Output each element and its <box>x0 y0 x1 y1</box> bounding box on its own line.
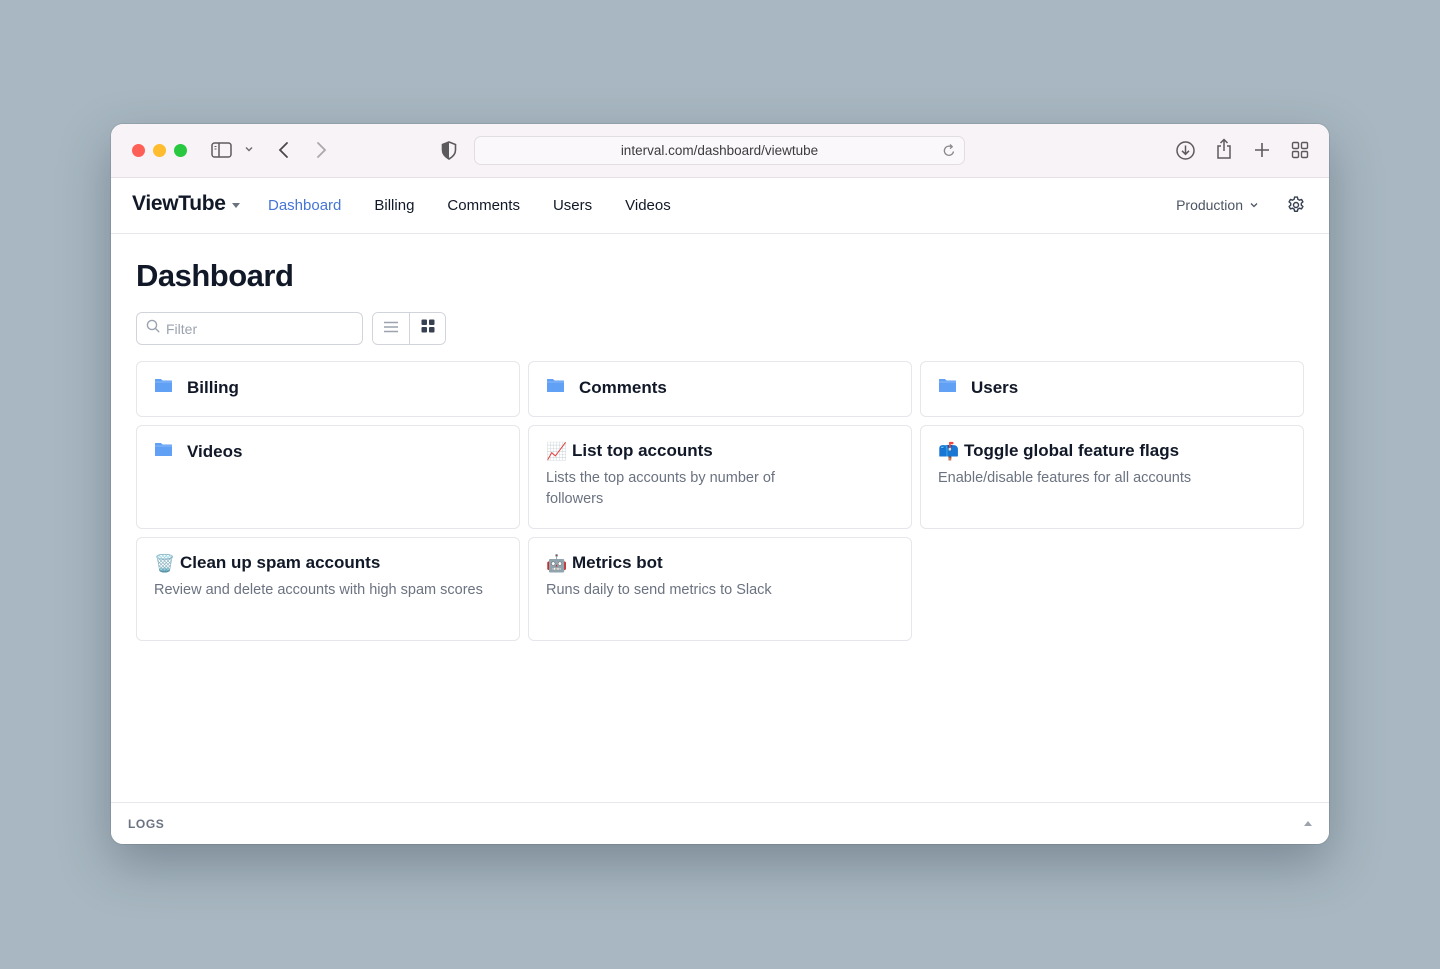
view-mode-toggle <box>372 312 446 345</box>
chart-increasing-icon: 📈 <box>546 441 568 461</box>
address-bar[interactable]: interval.com/dashboard/viewtube <box>474 136 965 165</box>
nav-link-billing[interactable]: Billing <box>374 197 414 214</box>
folder-icon <box>154 442 173 462</box>
minimize-window-button[interactable] <box>153 144 166 157</box>
page-title: Dashboard <box>136 258 294 293</box>
shield-icon[interactable] <box>441 141 457 160</box>
close-window-button[interactable] <box>132 144 145 157</box>
new-tab-icon[interactable] <box>1253 141 1271 159</box>
browser-window: interval.com/dashboard/viewtube ViewTube… <box>111 124 1329 844</box>
environment-dropdown[interactable]: Production <box>1176 197 1259 213</box>
nav-link-videos[interactable]: Videos <box>625 197 671 214</box>
settings-gear-icon[interactable] <box>1286 195 1306 220</box>
folder-card-comments[interactable]: Comments <box>528 361 912 417</box>
nav-links: Dashboard Billing Comments Users Videos <box>268 197 671 214</box>
caret-down-icon <box>231 202 240 208</box>
folder-card-billing[interactable]: Billing <box>136 361 520 417</box>
brand-name: ViewTube <box>132 192 226 215</box>
app-navbar: ViewTube Dashboard Billing Comments User… <box>111 178 1329 234</box>
card-title: List top accounts <box>572 441 713 460</box>
forward-icon[interactable] <box>314 141 328 159</box>
card-description: Review and delete accounts with high spa… <box>154 582 483 598</box>
chevron-down-icon <box>1249 197 1259 213</box>
fullscreen-window-button[interactable] <box>174 144 187 157</box>
tab-overview-icon[interactable] <box>1291 141 1309 159</box>
caret-up-icon[interactable] <box>1304 821 1312 826</box>
grid-view-button[interactable] <box>409 313 445 344</box>
filter-input[interactable] <box>166 320 346 337</box>
folder-card-users[interactable]: Users <box>920 361 1304 417</box>
action-card-clean-up-spam[interactable]: 🗑️ Clean up spam accounts Review and del… <box>136 537 520 641</box>
logs-panel-toggle[interactable]: LOGS <box>111 802 1329 844</box>
back-icon[interactable] <box>277 141 291 159</box>
card-title: Clean up spam accounts <box>180 553 381 572</box>
grid-icon <box>421 319 435 338</box>
wastebasket-icon: 🗑️ <box>154 553 176 573</box>
browser-toolbar: interval.com/dashboard/viewtube <box>111 124 1329 178</box>
card-title: Toggle global feature flags <box>964 441 1180 460</box>
download-icon[interactable] <box>1175 140 1196 161</box>
folder-icon <box>938 378 957 398</box>
reload-icon[interactable] <box>942 143 956 161</box>
actions-grid: Billing Comments Users Videos 📈 List top… <box>136 361 1304 641</box>
robot-icon: 🤖 <box>546 553 568 573</box>
url-text: interval.com/dashboard/viewtube <box>620 143 819 158</box>
card-title: Comments <box>579 378 667 397</box>
card-title: Metrics bot <box>572 553 663 572</box>
card-description: Lists the top accounts by number of foll… <box>546 470 775 507</box>
action-card-metrics-bot[interactable]: 🤖 Metrics bot Runs daily to send metrics… <box>528 537 912 641</box>
list-icon <box>383 320 399 338</box>
card-title: Videos <box>187 442 243 461</box>
org-switcher[interactable]: ViewTube <box>132 192 240 216</box>
card-description: Runs daily to send metrics to Slack <box>546 582 772 598</box>
environment-label: Production <box>1176 197 1243 213</box>
list-view-button[interactable] <box>373 313 409 344</box>
card-description: Enable/disable features for all accounts <box>938 470 1192 486</box>
share-icon[interactable] <box>1215 138 1233 160</box>
card-title: Users <box>971 378 1019 397</box>
folder-icon <box>154 378 173 398</box>
action-card-toggle-feature-flags[interactable]: 📫 Toggle global feature flags Enable/dis… <box>920 425 1304 529</box>
folder-card-videos[interactable]: Videos <box>136 425 520 529</box>
folder-icon <box>546 378 565 398</box>
search-icon <box>146 319 160 338</box>
dashboard-toolbar <box>136 312 1304 345</box>
nav-link-users[interactable]: Users <box>553 197 592 214</box>
chevron-down-icon[interactable] <box>244 144 254 154</box>
nav-link-dashboard[interactable]: Dashboard <box>268 197 341 214</box>
logs-label: LOGS <box>128 816 165 831</box>
mailbox-icon: 📫 <box>938 441 960 461</box>
action-card-list-top-accounts[interactable]: 📈 List top accounts Lists the top accoun… <box>528 425 912 529</box>
dashboard-content: Dashboard Filter Billing Comments Users … <box>136 258 1304 641</box>
window-controls <box>132 144 187 157</box>
nav-link-comments[interactable]: Comments <box>447 197 520 214</box>
filter-field[interactable] <box>136 312 363 345</box>
card-title: Billing <box>187 378 239 397</box>
sidebar-icon[interactable] <box>211 141 233 159</box>
